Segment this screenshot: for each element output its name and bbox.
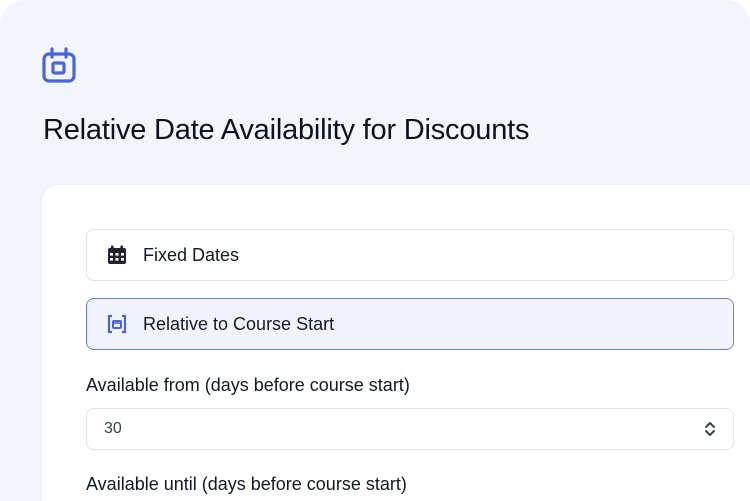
calendar-bracket-icon (106, 313, 128, 335)
page-title: Relative Date Availability for Discounts (43, 114, 530, 146)
available-until-label: Available until (days before course star… (86, 474, 407, 494)
option-relative-label: Relative to Course Start (143, 313, 335, 334)
settings-card: Fixed Dates Relative to Course Start Ava… (42, 185, 750, 501)
available-from-value: 30 (104, 420, 122, 437)
option-fixed-dates-label: Fixed Dates (143, 244, 240, 265)
option-fixed-dates[interactable]: Fixed Dates (86, 229, 734, 281)
stepper-icon[interactable] (701, 418, 719, 440)
calendar-grid-icon (106, 244, 128, 266)
calendar-icon (40, 46, 78, 84)
available-from-input[interactable]: 30 (86, 408, 734, 450)
available-from-label: Available from (days before course start… (86, 375, 410, 395)
option-relative-to-course-start[interactable]: Relative to Course Start (86, 298, 734, 350)
page-frame: Relative Date Availability for Discounts… (0, 0, 750, 501)
